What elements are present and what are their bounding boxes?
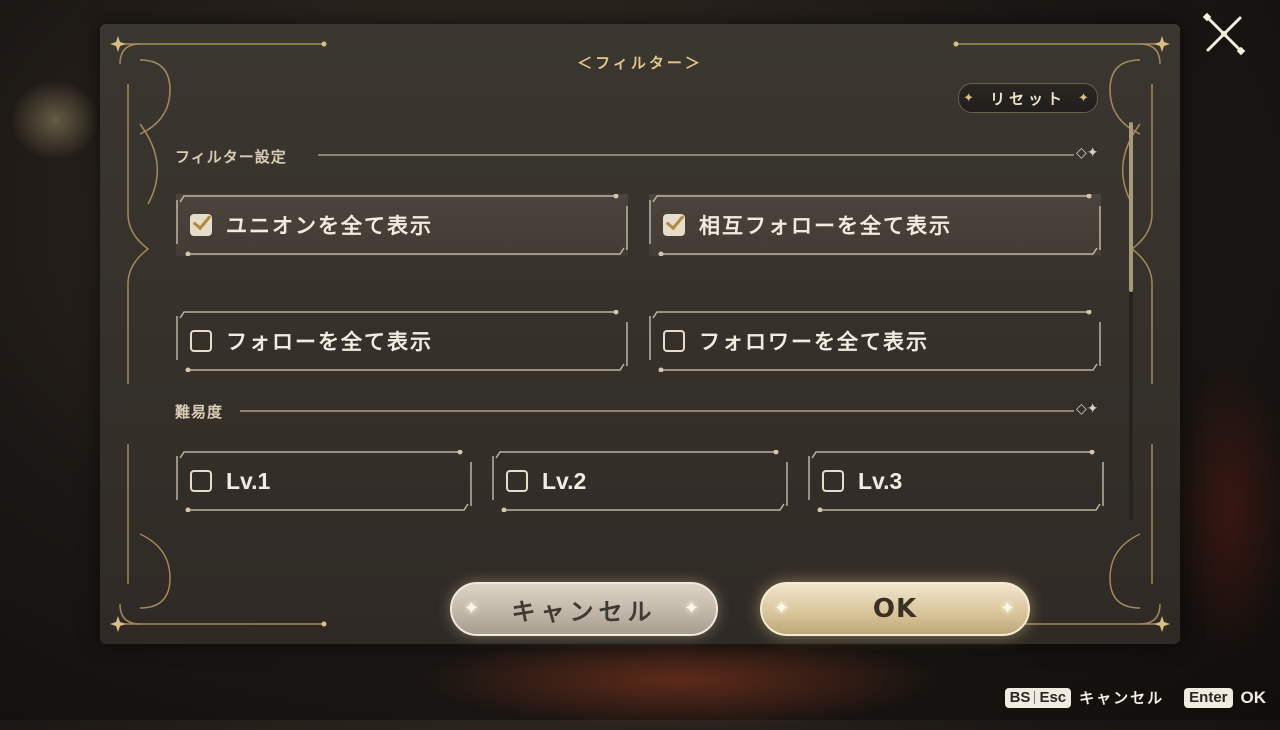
control-hints: BS Esc キャンセル Enter OK [1004, 687, 1267, 708]
hint-cancel-text: キャンセル [1079, 689, 1165, 707]
key-bs-esc: BS Esc [1004, 687, 1072, 708]
reset-label: リセット [989, 89, 1066, 108]
background-red-light [1170, 360, 1280, 660]
option-lv2[interactable]: Lv.2 [492, 450, 788, 512]
filter-dialog: ＜フィルター＞ ✦ リセット ✦ フィルター設定 ◇✦ ユニオンを全て表示 相互… [100, 24, 1180, 644]
close-x-icon[interactable] [1202, 12, 1246, 56]
key-label-esc: Esc [1039, 689, 1067, 706]
sparkle-icon: ✦ [1078, 90, 1093, 106]
option-lv3[interactable]: Lv.3 [808, 450, 1104, 512]
option-label: フォロワーを全て表示 [699, 330, 929, 354]
dialog-title: ＜フィルター＞ [577, 54, 703, 72]
section-title-difficulty: 難易度 [175, 403, 224, 421]
key-enter: Enter [1184, 687, 1233, 708]
ok-button-label: OK [872, 594, 918, 624]
option-label: フォローを全て表示 [226, 330, 433, 354]
section-divider [318, 154, 1074, 156]
cancel-button[interactable]: ✦ キャンセル ✦ [450, 582, 718, 636]
checkbox-unchecked[interactable] [506, 470, 528, 492]
divider-ornament-icon: ◇✦ [1076, 401, 1099, 417]
option-show-all-unions[interactable]: ユニオンを全て表示 [176, 194, 628, 256]
checkbox-unchecked[interactable] [190, 330, 212, 352]
option-frame [808, 450, 1104, 512]
sparkle-icon: ✦ [464, 598, 485, 619]
option-frame [492, 450, 788, 512]
option-label: Lv.1 [226, 467, 271, 494]
hint-ok-text: OK [1240, 687, 1267, 707]
background-glow [420, 630, 940, 730]
divider-ornament-icon: ◇✦ [1076, 145, 1099, 161]
background-lamp [10, 80, 100, 160]
option-label: 相互フォローを全て表示 [699, 214, 952, 238]
reset-button[interactable]: ✦ リセット ✦ [958, 83, 1098, 113]
section-title-filter-settings: フィルター設定 [175, 148, 287, 166]
key-label-bs: BS [1009, 689, 1031, 706]
option-label: Lv.3 [858, 467, 903, 494]
checkbox-checked[interactable] [663, 214, 685, 236]
checkbox-unchecked[interactable] [190, 470, 212, 492]
option-show-all-followers[interactable]: フォロワーを全て表示 [649, 310, 1101, 372]
key-separator [1034, 691, 1036, 704]
filter-scroll-area: フィルター設定 ◇✦ ユニオンを全て表示 相互フォローを全て表示 フォローを全て… [170, 124, 1130, 524]
ok-button[interactable]: ✦ OK ✦ [760, 582, 1030, 636]
cancel-button-label: キャンセル [511, 597, 657, 626]
checkbox-unchecked[interactable] [822, 470, 844, 492]
sparkle-icon: ✦ [963, 90, 978, 106]
option-show-all-mutual-follows[interactable]: 相互フォローを全て表示 [649, 194, 1101, 256]
option-frame [176, 450, 472, 512]
section-divider [240, 410, 1074, 412]
sparkle-icon: ✦ [774, 598, 791, 619]
checkbox-unchecked[interactable] [663, 330, 685, 352]
option-label: Lv.2 [542, 467, 587, 494]
sparkle-icon: ✦ [999, 598, 1016, 619]
option-lv1[interactable]: Lv.1 [176, 450, 472, 512]
option-label: ユニオンを全て表示 [226, 214, 433, 238]
option-show-all-follows[interactable]: フォローを全て表示 [176, 310, 628, 372]
checkbox-checked[interactable] [190, 214, 212, 236]
sparkle-icon: ✦ [683, 598, 704, 619]
